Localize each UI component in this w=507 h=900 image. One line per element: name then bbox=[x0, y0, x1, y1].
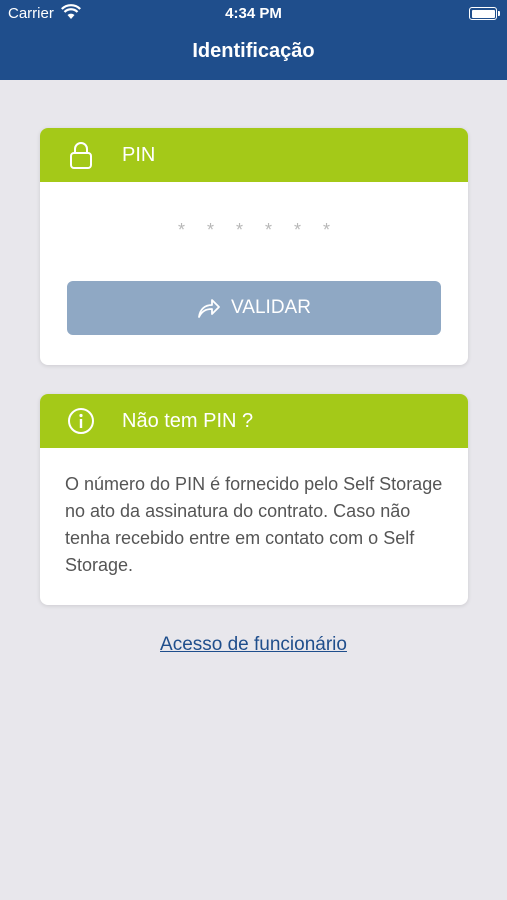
staff-access-link[interactable]: Acesso de funcionário bbox=[0, 634, 507, 656]
no-pin-card-title: Não tem PIN ? bbox=[122, 410, 254, 432]
no-pin-card-header: Não tem PIN ? bbox=[40, 394, 468, 448]
pin-input[interactable]: ****** bbox=[40, 220, 468, 241]
no-pin-description: O número do PIN é fornecido pelo Self St… bbox=[65, 474, 443, 575]
no-pin-card: Não tem PIN ? O número do PIN é fornecid… bbox=[40, 394, 468, 605]
pin-card-title: PIN bbox=[122, 144, 156, 166]
validate-button[interactable]: VALIDAR bbox=[67, 281, 441, 335]
page-title: Identificação bbox=[192, 40, 315, 62]
lock-icon bbox=[70, 142, 92, 169]
battery-icon bbox=[469, 7, 500, 20]
pin-card-header: PIN bbox=[40, 128, 468, 182]
navigation-bar: Carrier 4:34 PM Identificação bbox=[0, 0, 507, 80]
status-bar: Carrier 4:34 PM bbox=[0, 0, 507, 28]
info-icon bbox=[68, 408, 94, 434]
validate-button-label: VALIDAR bbox=[231, 297, 311, 318]
share-arrow-icon bbox=[198, 299, 220, 318]
pin-card: PIN ****** VALIDAR bbox=[40, 128, 468, 365]
clock: 4:34 PM bbox=[225, 5, 282, 22]
